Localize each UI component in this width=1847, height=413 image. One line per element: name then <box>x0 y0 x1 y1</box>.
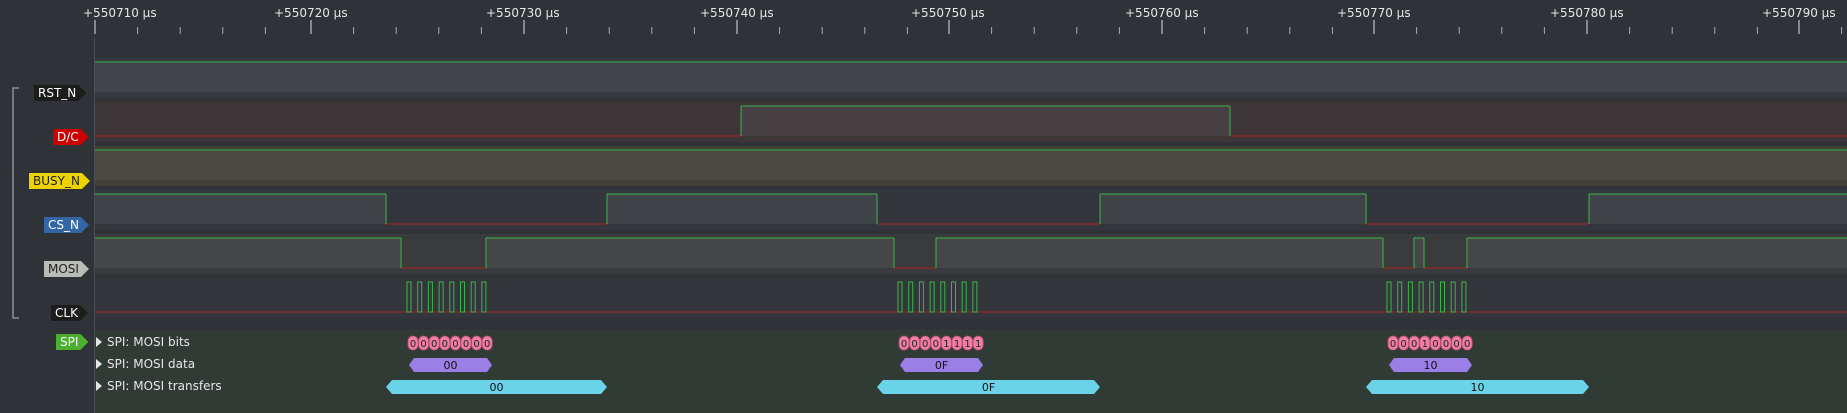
channel-name: D/C <box>57 130 79 144</box>
cs-n-trace-fill <box>95 194 386 224</box>
mosi-trace-fill <box>486 238 894 268</box>
mosi-bit-text: 0 <box>1411 339 1417 350</box>
rst-n-trace-fill <box>95 62 1847 92</box>
channel-label-busy-n[interactable]: BUSY_N <box>29 173 90 189</box>
channel-name: MOSI <box>48 262 79 276</box>
mosi-bit-text: 1 <box>1422 339 1428 350</box>
mosi-trace-fill <box>936 238 1383 268</box>
expand-transfers-icon[interactable] <box>96 381 102 391</box>
mosi-bit-text: 0 <box>922 339 928 350</box>
mosi-bit-text: 0 <box>933 339 939 350</box>
mosi-bit-text: 1 <box>975 339 981 350</box>
mosi-bit-text: 0 <box>1432 339 1438 350</box>
mosi-bit-text: 0 <box>484 339 490 350</box>
mosi-trace-fill <box>95 238 401 268</box>
busy-n-trace-fill <box>95 150 1847 180</box>
expand-data-icon[interactable] <box>96 359 102 369</box>
logic-analyzer-view[interactable]: +550710 µs +550720 µs +550730 µs +550740… <box>0 0 1847 413</box>
channel-label-mosi[interactable]: MOSI <box>44 261 89 277</box>
mosi-bit-text: 0 <box>410 339 416 350</box>
dc-trace-fill <box>741 106 1230 136</box>
expand-bits-icon[interactable] <box>96 337 102 347</box>
mosi-bit-text: 0 <box>420 339 426 350</box>
mosi-bit-text: 0 <box>452 339 458 350</box>
mosi-bit-text: 0 <box>463 339 469 350</box>
mosi-bit-text: 1 <box>964 339 970 350</box>
mosi-bit-text: 0 <box>911 339 917 350</box>
mosi-bit-text: 0 <box>442 339 448 350</box>
mosi-transfer-text: 10 <box>1471 381 1485 394</box>
mosi-bit-text: 0 <box>1443 339 1449 350</box>
mosi-data-text: 0F <box>935 359 948 372</box>
mosi-bit-text: 1 <box>943 339 949 350</box>
mosi-trace-fill <box>1467 238 1847 268</box>
channel-name: CS_N <box>48 218 79 232</box>
mosi-transfer-text: 00 <box>490 381 504 394</box>
mosi-transfer-text: 0F <box>982 381 995 394</box>
mosi-data-text: 00 <box>444 359 458 372</box>
waveform-canvas[interactable]: 0 0 0 0 0 0 0 000000 0 0 0 1 1 1 10F0F0 0 0 1 0 0 0 01010 <box>0 0 1847 413</box>
cs-n-trace-fill <box>1589 194 1847 224</box>
channel-label-rst-n[interactable]: RST_N <box>34 85 86 101</box>
channel-label-cs-n[interactable]: CS_N <box>44 217 89 233</box>
mosi-bit-text: 0 <box>473 339 479 350</box>
decoder-row-data: SPI: MOSI data <box>107 357 196 371</box>
channel-group-bracket <box>12 87 19 319</box>
decoder-row-bits: SPI: MOSI bits <box>107 335 190 349</box>
channel-name: CLK <box>55 306 78 320</box>
decoder-name: SPI <box>60 335 79 349</box>
channel-name: RST_N <box>38 86 77 100</box>
mosi-bit-text: 0 <box>901 339 907 350</box>
mosi-bit-text: 0 <box>431 339 437 350</box>
channel-name: BUSY_N <box>33 174 80 188</box>
mosi-bit-text: 0 <box>1400 339 1406 350</box>
mosi-bit-text: 0 <box>1390 339 1396 350</box>
mosi-data-text: 10 <box>1424 359 1438 372</box>
decoder-row-transfers: SPI: MOSI transfers <box>107 379 222 393</box>
mosi-bit-text: 0 <box>1453 339 1459 350</box>
mosi-bit-text: 1 <box>954 339 960 350</box>
cs-n-trace-fill <box>607 194 877 224</box>
mosi-bit-text: 0 <box>1464 339 1470 350</box>
mosi-trace-fill <box>1414 238 1424 268</box>
cs-n-trace-fill <box>1100 194 1366 224</box>
